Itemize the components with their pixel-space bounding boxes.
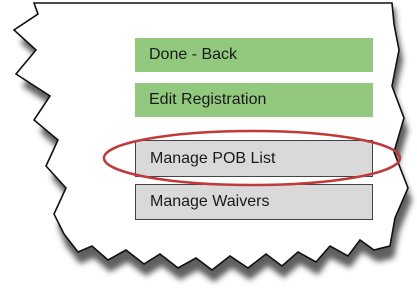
done-back-label: Done - Back: [149, 46, 238, 63]
manage-pob-list-button[interactable]: Manage POB List: [135, 140, 373, 177]
done-back-button[interactable]: Done - Back: [135, 38, 373, 72]
manage-waivers-button[interactable]: Manage Waivers: [135, 184, 373, 220]
edit-registration-label: Edit Registration: [149, 91, 267, 108]
manage-waivers-label: Manage Waivers: [150, 193, 270, 210]
edit-registration-button[interactable]: Edit Registration: [135, 83, 373, 117]
manage-pob-list-label: Manage POB List: [150, 149, 276, 167]
